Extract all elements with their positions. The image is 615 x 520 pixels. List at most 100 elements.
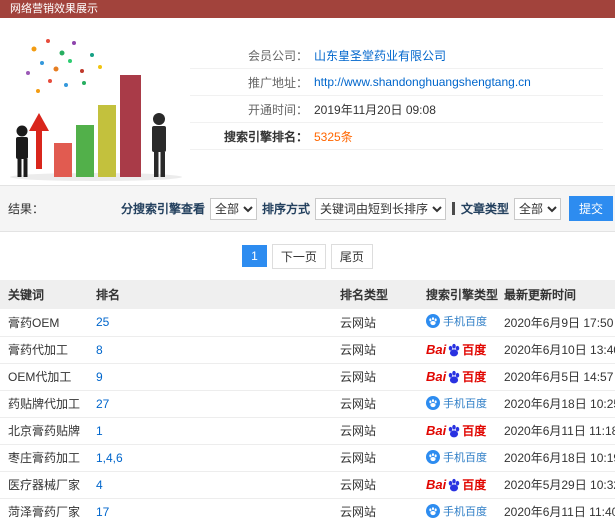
filter-divider: [451, 202, 455, 215]
rank-cell: 1: [88, 417, 332, 445]
keyword-rank-table: 关键词 排名 排名类型 搜索引擎类型 最新更新时间 膏药OEM 25 云网站 手机百度…: [0, 280, 615, 520]
rank-type-cell: 云网站: [332, 309, 418, 337]
table-row: 枣庄膏药加工 1,4,6 云网站 手机百度 2020年6月18日 10:19: [0, 444, 615, 472]
promo-url-label: 推广地址：: [247, 75, 308, 90]
table-row: 菏泽膏药厂家 17 云网站 手机百度 2020年6月11日 11:40: [0, 498, 615, 520]
header-rank: 排名: [88, 280, 332, 309]
updated-cell: 2020年6月18日 10:25: [496, 390, 615, 418]
submit-button[interactable]: 提交: [568, 196, 613, 221]
engine-cell: 手机百度: [418, 498, 496, 520]
company-link[interactable]: 山东皇圣堂药业有限公司: [314, 49, 446, 63]
page-last[interactable]: 尾页: [330, 243, 373, 269]
updated-cell: 2020年6月18日 10:19: [496, 444, 615, 472]
rank-link[interactable]: 4: [96, 478, 103, 492]
rank-cell: 4: [88, 471, 332, 499]
table-row: 医疗器械厂家 4 云网站 Bai 百度 2020年5月29日 10:32: [0, 471, 615, 499]
keyword-cell: 膏药OEM: [0, 309, 88, 337]
info-row-open-time: 开通时间： 2019年11月20日 09:08: [190, 96, 603, 123]
table-row: 膏药OEM 25 云网站 手机百度 2020年6月9日 17:50: [0, 309, 615, 337]
page-current[interactable]: 1: [242, 245, 267, 267]
mobile-baidu-logo: 手机百度: [426, 313, 487, 329]
baidu-paw-icon: [448, 424, 460, 437]
engine-cell: Bai 百度: [418, 336, 496, 364]
mobile-baidu-icon: [426, 449, 440, 464]
baidu-paw-icon: [448, 343, 460, 356]
keyword-cell: 枣庄膏药加工: [0, 444, 88, 472]
illustration-container: [0, 18, 190, 185]
updated-cell: 2020年6月11日 11:18: [496, 417, 615, 445]
rank-type-cell: 云网站: [332, 390, 418, 418]
engine-filter-label: 分搜索引擎查看: [120, 202, 205, 216]
confetti-dots: [26, 39, 102, 93]
table-row: 膏药代加工 8 云网站 Bai 百度 2020年6月10日 13:40: [0, 336, 615, 364]
header-updated: 最新更新时间: [496, 280, 615, 309]
rank-link[interactable]: 9: [96, 370, 103, 384]
rank-link[interactable]: 17: [96, 505, 109, 519]
businessman-right-figure: [152, 113, 166, 177]
table-row: OEM代加工 9 云网站 Bai 百度 2020年6月5日 14:57: [0, 363, 615, 391]
keyword-cell: 药贴牌代加工: [0, 390, 88, 418]
mobile-baidu-logo: 手机百度: [426, 449, 487, 465]
keyword-cell: 北京膏药贴牌: [0, 417, 88, 445]
rank-type-cell: 云网站: [332, 471, 418, 499]
rank-link[interactable]: 1,4,6: [96, 451, 123, 465]
filter-bar: 结果： 分搜索引擎查看 全部 排序方式 关键词由短到长排序 文章类型 全部 提交: [0, 185, 615, 232]
marketing-bar-chart-illustration: [10, 39, 182, 181]
rank-type-cell: 云网站: [332, 444, 418, 472]
rank-count-value: 5325条: [314, 129, 353, 144]
engine-cell: 手机百度: [418, 390, 496, 418]
member-info-panel: 会员公司： 山东皇圣堂药业有限公司 推广地址： http://www.shand…: [190, 18, 615, 185]
engine-cell: Bai 百度: [418, 363, 496, 391]
keyword-cell: 菏泽膏药厂家: [0, 498, 88, 520]
rank-link[interactable]: 25: [96, 315, 109, 329]
businessman-left-figure: [16, 125, 28, 177]
header-keyword: 关键词: [0, 280, 88, 309]
mobile-baidu-icon: [426, 395, 440, 410]
rank-cell: 9: [88, 363, 332, 391]
baidu-logo: Bai 百度: [426, 477, 487, 492]
baidu-logo: Bai 百度: [426, 423, 487, 438]
header-engine-type: 搜索引擎类型: [418, 280, 498, 309]
member-info-section: 会员公司： 山东皇圣堂药业有限公司 推广地址： http://www.shand…: [0, 18, 615, 185]
baidu-logo: Bai 百度: [426, 342, 487, 357]
window-title-bar: 网络营销效果展示: [0, 0, 615, 18]
article-type-select[interactable]: 全部: [513, 197, 561, 220]
engine-cell: Bai 百度: [418, 471, 496, 499]
rank-cell: 8: [88, 336, 332, 364]
rank-count-label: 搜索引擎排名：: [223, 129, 308, 144]
baidu-logo: Bai 百度: [426, 369, 487, 384]
rank-link[interactable]: 27: [96, 397, 109, 411]
engine-cell: 手机百度: [418, 309, 496, 337]
updated-cell: 2020年6月11日 11:40: [496, 498, 615, 520]
table-header-row: 关键词 排名 排名类型 搜索引擎类型 最新更新时间: [0, 280, 615, 309]
rank-link[interactable]: 1: [96, 424, 103, 438]
rank-link[interactable]: 8: [96, 343, 103, 357]
keyword-cell: OEM代加工: [0, 363, 88, 391]
page-next[interactable]: 下一页: [271, 243, 326, 269]
info-row-company: 会员公司： 山东皇圣堂药业有限公司: [190, 42, 603, 69]
table-body: 膏药OEM 25 云网站 手机百度 2020年6月9日 17:50 膏药代加工 8 云网站 Ba…: [0, 309, 615, 520]
rank-type-cell: 云网站: [332, 363, 418, 391]
engine-select[interactable]: 全部: [209, 197, 257, 220]
promo-url-link[interactable]: http://www.shandonghuangshengtang.cn: [314, 75, 531, 89]
baidu-paw-icon: [448, 478, 460, 491]
baidu-paw-icon: [448, 370, 460, 383]
rank-cell: 25: [88, 309, 332, 337]
company-label: 会员公司：: [247, 48, 308, 63]
open-time-label: 开通时间：: [247, 102, 308, 117]
mobile-baidu-icon: [426, 314, 440, 329]
open-time-value: 2019年11月20日 09:08: [314, 102, 436, 117]
sort-select[interactable]: 关键词由短到长排序: [314, 197, 446, 220]
info-row-rank-count: 搜索引擎排名： 5325条: [190, 123, 603, 150]
mobile-baidu-logo: 手机百度: [426, 395, 487, 411]
updated-cell: 2020年6月10日 13:40: [496, 336, 615, 364]
rank-cell: 17: [88, 498, 332, 520]
keyword-cell: 医疗器械厂家: [0, 471, 88, 499]
rank-cell: 27: [88, 390, 332, 418]
up-arrow-icon: [29, 113, 49, 169]
result-label: 结果：: [8, 202, 45, 216]
pagination: 1 下一页 尾页: [0, 232, 615, 280]
updated-cell: 2020年6月5日 14:57: [496, 363, 615, 391]
info-row-url: 推广地址： http://www.shandonghuangshengtang.…: [190, 69, 603, 96]
page-title: 网络营销效果展示: [10, 3, 98, 15]
